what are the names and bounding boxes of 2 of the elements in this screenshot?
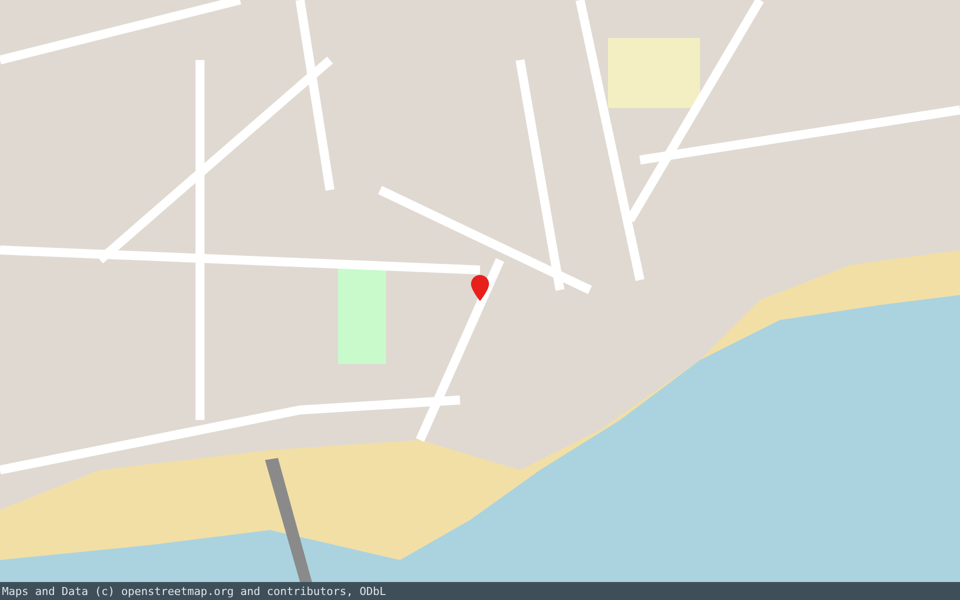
attribution-text: Maps and Data (c) openstreetmap.org and contributors, ODbL	[2, 586, 386, 596]
map-pin-icon[interactable]	[471, 275, 489, 301]
